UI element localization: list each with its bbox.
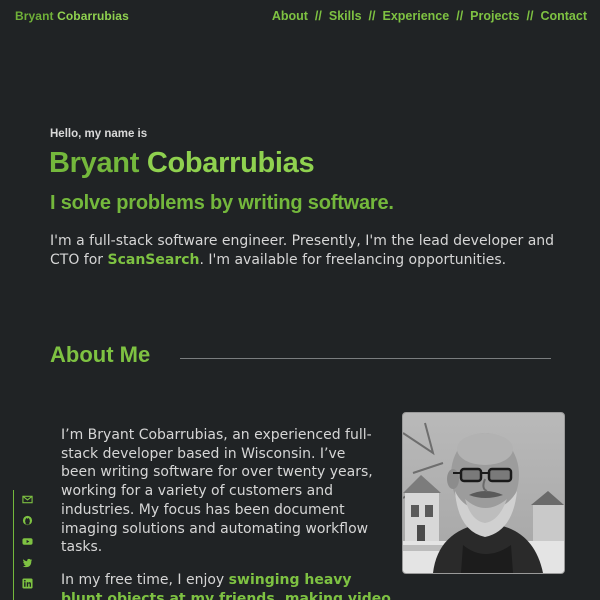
- hero-first-name: Bryant: [49, 147, 140, 179]
- nav-about[interactable]: About: [272, 9, 308, 23]
- hero-tagline: I solve problems by writing software.: [50, 192, 394, 214]
- nav-experience[interactable]: Experience: [383, 9, 450, 23]
- hero-intro: Hello, my name is: [50, 128, 148, 140]
- youtube-icon[interactable]: [22, 536, 33, 547]
- hero-last-name: Cobarrubias: [146, 147, 315, 179]
- main-nav: About // Skills // Experience // Projects // Con…: [272, 9, 587, 23]
- about-paragraph-hobbies: In my free time, I enjoy swinging heavy …: [61, 571, 391, 600]
- nav-separator: //: [526, 9, 534, 23]
- twitter-icon[interactable]: [22, 557, 33, 568]
- nav-contact[interactable]: Contact: [540, 9, 587, 23]
- nav-separator: //: [456, 9, 464, 23]
- hero-description: I'm a full-stack software engineer. Pres…: [50, 232, 560, 270]
- mail-icon[interactable]: [22, 494, 33, 505]
- about-heading: About Me: [50, 342, 151, 367]
- nav-projects[interactable]: Projects: [470, 9, 519, 23]
- about-paragraph: I’m Bryant Cobarrubias, an experienced f…: [61, 427, 373, 556]
- nav-separator: //: [314, 9, 322, 23]
- nav-separator: //: [368, 9, 376, 23]
- logo-first-name: Bryant: [15, 9, 54, 23]
- portfolio-page: Bryant Cobarrubias About // Skills // Experi…: [0, 0, 600, 600]
- social-line: [13, 490, 14, 600]
- site-logo[interactable]: Bryant Cobarrubias: [15, 9, 129, 23]
- site-header: Bryant Cobarrubias About // Skills // Experi…: [0, 0, 600, 34]
- hobbies-text: In my free time, I enjoy: [61, 572, 229, 588]
- linkedin-icon[interactable]: [22, 578, 33, 589]
- logo-last-name: Cobarrubias: [57, 9, 129, 23]
- github-icon[interactable]: [22, 515, 33, 526]
- profile-photo: [402, 412, 565, 574]
- profile-photo-image: [403, 413, 564, 573]
- scansearch-link[interactable]: ScanSearch: [108, 252, 200, 268]
- section-divider: [180, 358, 551, 359]
- hero-name: Bryant Cobarrubias: [49, 147, 315, 180]
- social-links: [12, 490, 42, 600]
- nav-skills[interactable]: Skills: [329, 9, 362, 23]
- hero-desc-text-end: . I'm available for freelancing opportun…: [199, 252, 507, 268]
